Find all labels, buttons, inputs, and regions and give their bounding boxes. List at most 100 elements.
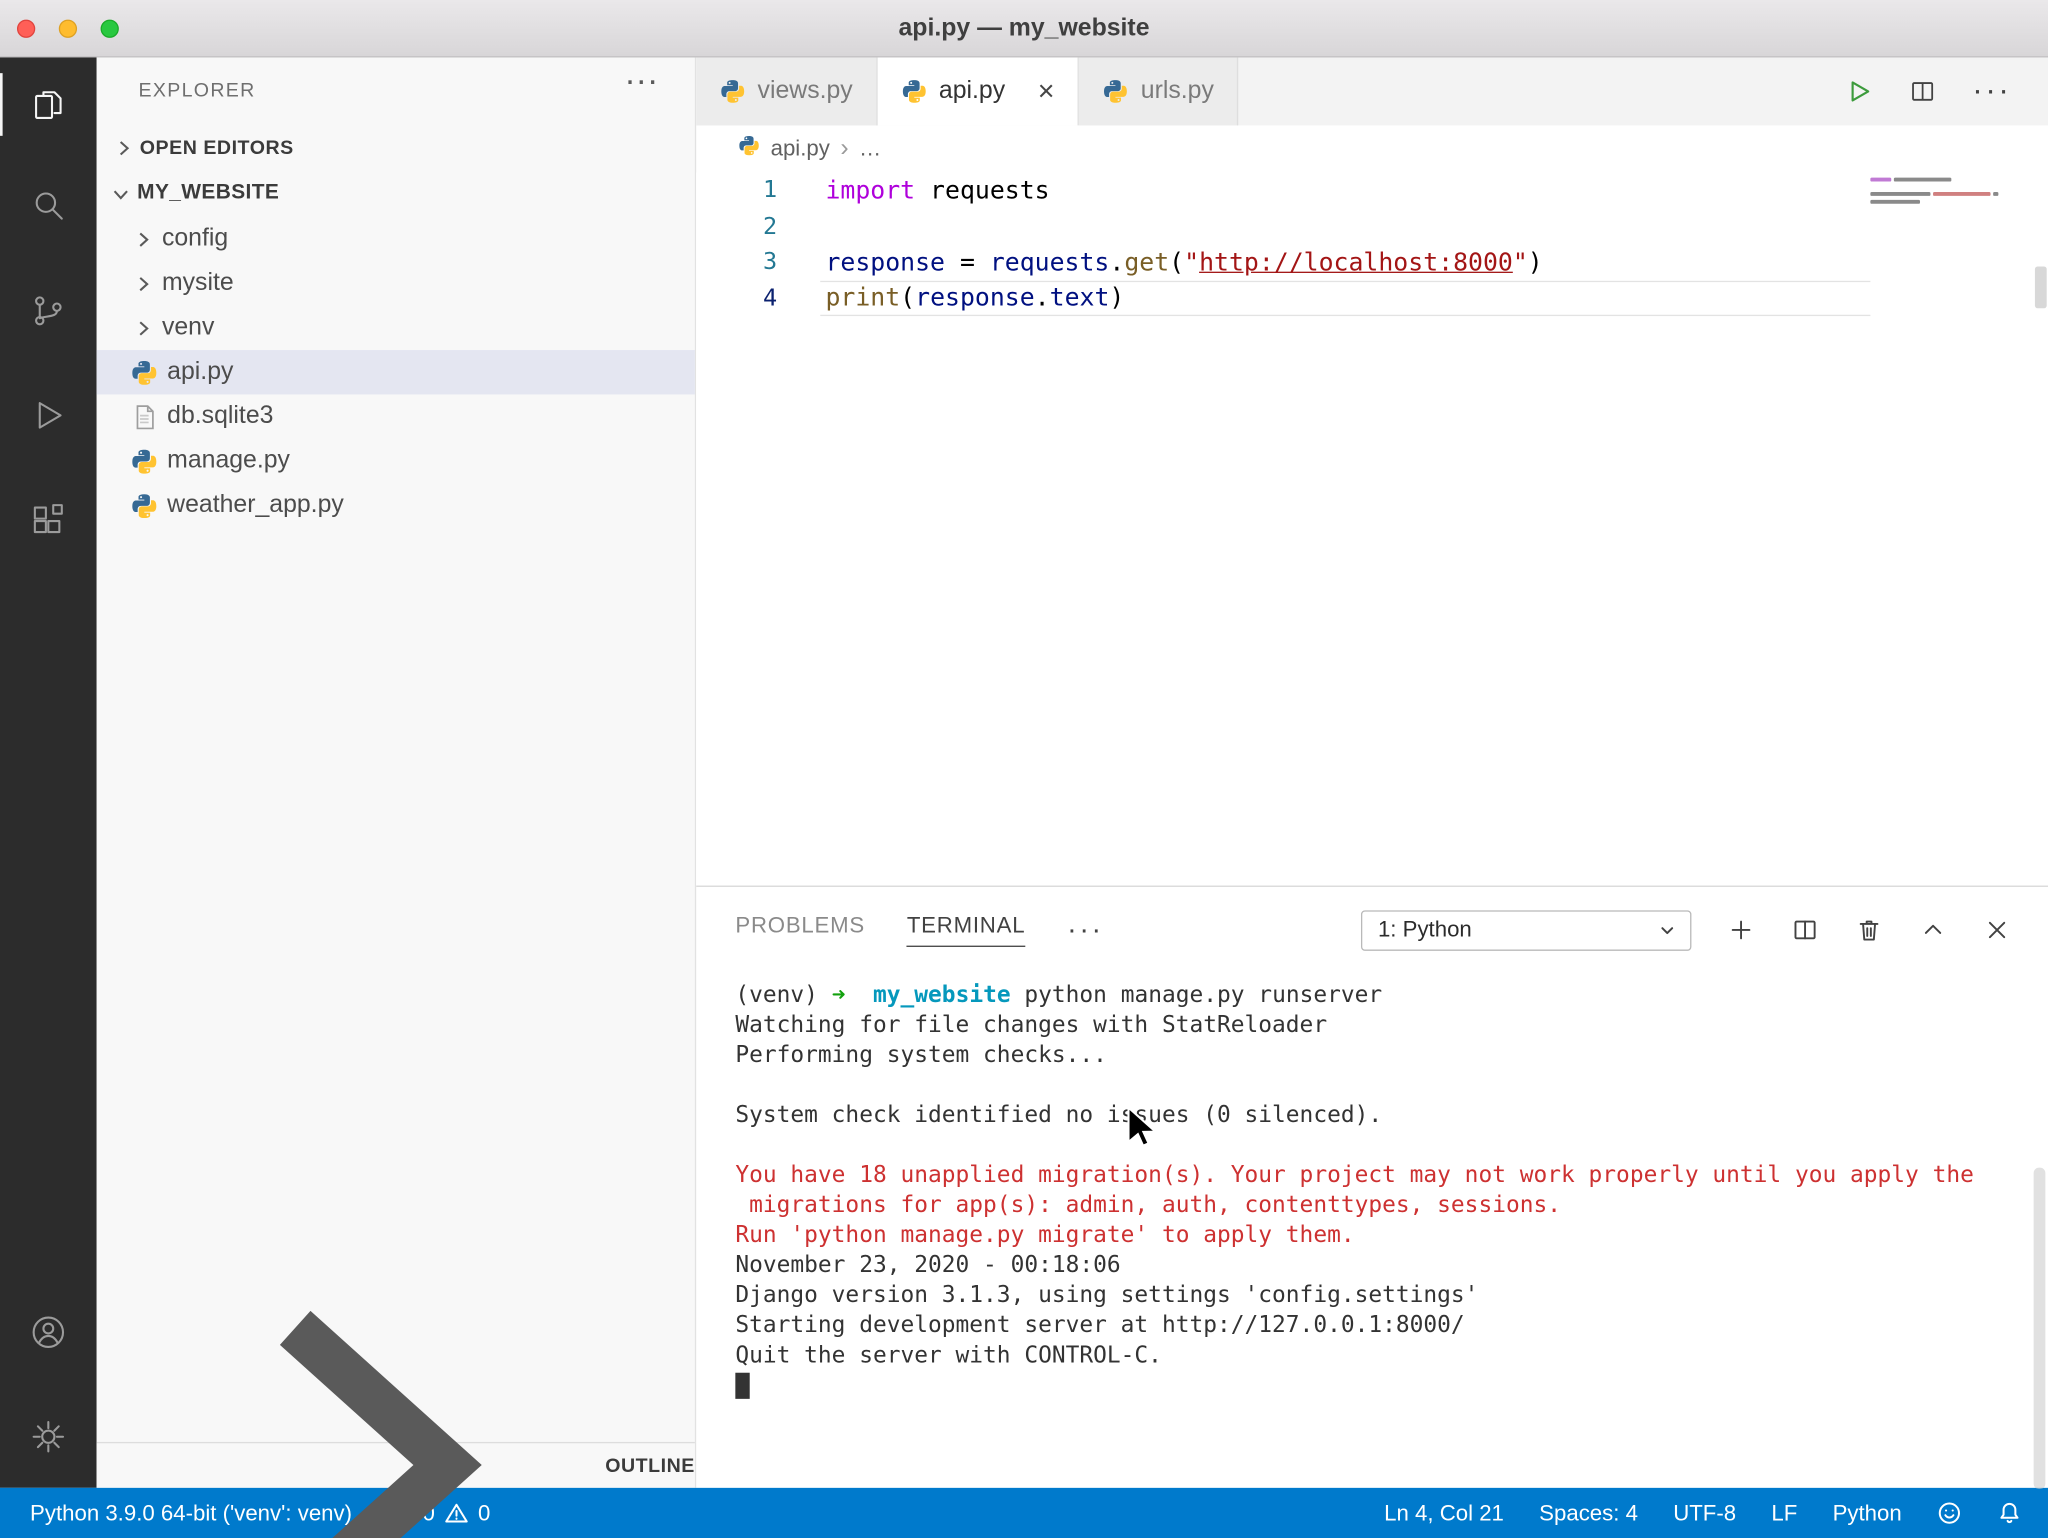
breadcrumb[interactable]: api.py › … [696,125,2048,172]
new-terminal-icon[interactable] [1727,916,1756,945]
feedback-smiley-icon[interactable] [1937,1501,1962,1526]
files-icon[interactable] [0,63,97,147]
panel-header: PROBLEMS TERMINAL ··· 1: Python [696,887,2048,973]
code-line-4[interactable]: 4print(response.text) [696,280,2048,316]
code-line-1[interactable]: 1import requests [696,172,2048,208]
terminal-line: Starting development server at http://12… [735,1311,2048,1341]
cursor-position-status[interactable]: Ln 4, Col 21 [1384,1500,1504,1526]
explorer-title: EXPLORER [138,80,255,102]
tab-bar: views.py api.py × urls.py ··· [696,57,2048,125]
terminal-output[interactable]: (venv) ➜ my_website python manage.py run… [696,973,2048,1488]
settings-gear-icon[interactable] [0,1395,97,1479]
kill-terminal-trash-icon[interactable] [1855,916,1884,945]
outline-section[interactable]: OUTLINE [97,1442,695,1488]
panel-more-actions-icon[interactable]: ··· [1067,916,1104,945]
terminal-picker-value: 1: Python [1378,917,1472,943]
minimap[interactable] [1870,178,2028,230]
close-panel-icon[interactable] [1983,916,2012,945]
python-icon [131,359,158,386]
notifications-bell-icon[interactable] [1997,1501,2022,1526]
eol-status[interactable]: LF [1771,1500,1797,1526]
chevron-right-icon [112,136,134,158]
outline-label: OUTLINE [605,1454,695,1476]
tree-item-label: manage.py [167,447,290,476]
editor-actions: ··· [1844,57,2011,125]
explorer-sidebar: EXPLORER ··· OPEN EDITORS MY_WEBSITE con… [97,57,697,1487]
workspace-root-folder[interactable]: MY_WEBSITE [97,170,695,217]
breadcrumb-separator-icon: › [840,135,848,164]
panel-tab-problems[interactable]: PROBLEMS [735,913,865,947]
terminal-picker-dropdown[interactable]: 1: Python [1361,910,1691,950]
maximize-panel-chevron-up-icon[interactable] [1919,916,1948,945]
line-number: 1 [696,177,777,204]
workspace-root-label: MY_WEBSITE [137,182,279,206]
zoom-window-button[interactable] [101,20,119,38]
breadcrumb-file[interactable]: api.py [771,136,830,162]
terminal-scrollbar[interactable] [2034,1168,2046,1489]
chevron-right-icon [132,317,154,339]
run-python-file-icon[interactable] [1844,77,1873,106]
account-icon[interactable] [0,1290,97,1374]
terminal-line: Run 'python manage.py migrate' to apply … [735,1221,2048,1251]
tree-item-label: weather_app.py [167,491,344,520]
tree-item-label: config [162,225,228,254]
file-tree: config mysite venv api.py db.sqlite3 manage.p… [97,217,695,528]
tree-item-label: api.py [167,358,233,387]
window-controls [17,20,119,38]
tree-item-label: mysite [162,269,234,298]
open-editors-label: OPEN EDITORS [140,136,294,158]
close-window-button[interactable] [17,20,35,38]
source-control-icon[interactable] [0,269,97,353]
tree-item-venv[interactable]: venv [97,306,695,350]
tree-item-weather_app.py[interactable]: weather_app.py [97,483,695,527]
tree-item-db.sqlite3[interactable]: db.sqlite3 [97,394,695,438]
minimize-window-button[interactable] [59,20,77,38]
bottom-panel: PROBLEMS TERMINAL ··· 1: Python [696,886,2048,1488]
tab-api.py[interactable]: api.py × [878,57,1080,125]
code-lines: 1import requests23response = requests.ge… [696,172,2048,316]
explorer-more-actions-icon[interactable]: ··· [624,63,658,97]
code-line-2[interactable]: 2 [696,208,2048,244]
editor-group: views.py api.py × urls.py ··· api.py › … 1i… [696,57,2048,1487]
extensions-icon[interactable] [0,478,97,562]
terminal-line: (venv) ➜ my_website python manage.py run… [735,981,2048,1011]
tab-label: views.py [758,77,853,106]
terminal-line: Django version 3.1.3, using settings 'co… [735,1281,2048,1311]
tree-item-mysite[interactable]: mysite [97,261,695,305]
title-bar: api.py — my_website [0,0,2048,57]
run-debug-icon[interactable] [0,374,97,458]
chevron-down-icon [110,182,132,204]
panel-tab-terminal[interactable]: TERMINAL [907,913,1026,947]
split-editor-icon[interactable] [1908,77,1937,106]
tree-item-api.py[interactable]: api.py [97,350,695,394]
terminal-line [735,1071,2048,1101]
line-number: 3 [696,248,777,275]
tree-item-config[interactable]: config [97,217,695,261]
breadcrumb-symbol[interactable]: … [859,136,881,162]
language-mode-status[interactable]: Python [1833,1500,1902,1526]
chevron-down-icon [1657,920,1677,940]
terminal-line: System check identified no issues (0 sil… [735,1101,2048,1131]
tree-item-manage.py[interactable]: manage.py [97,439,695,483]
indentation-status[interactable]: Spaces: 4 [1539,1500,1638,1526]
tree-item-label: venv [162,313,214,342]
python-icon [720,78,746,104]
panel-tabs: PROBLEMS TERMINAL ··· [735,887,1103,973]
terminal-line: You have 18 unapplied migration(s). Your… [735,1161,2048,1191]
python-icon [738,135,760,157]
code-line-3[interactable]: 3response = requests.get("http://localho… [696,244,2048,280]
split-terminal-icon[interactable] [1791,916,1820,945]
tab-views.py[interactable]: views.py [696,57,877,125]
code-editor[interactable]: 1import requests23response = requests.ge… [696,172,2048,885]
tab-urls.py[interactable]: urls.py [1079,57,1238,125]
scrollbar-mark[interactable] [2035,266,2047,308]
close-tab-icon[interactable]: × [1038,77,1055,106]
editor-more-actions-icon[interactable]: ··· [1972,76,2011,107]
window-title: api.py — my_website [898,14,1149,43]
terminal-line: Quit the server with CONTROL-C. [735,1341,2048,1371]
encoding-status[interactable]: UTF-8 [1673,1500,1736,1526]
vscode-window: api.py — my_website [0,0,2048,1538]
tab-label: api.py [939,77,1005,106]
open-editors-section[interactable]: OPEN EDITORS [97,125,695,169]
search-icon[interactable] [0,165,97,249]
